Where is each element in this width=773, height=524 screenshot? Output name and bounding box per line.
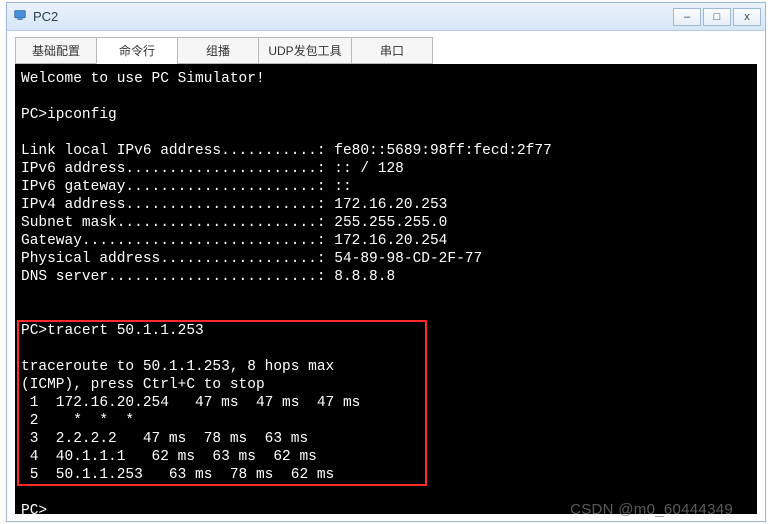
terminal-prompt: PC>tracert 50.1.1.253 <box>21 323 204 339</box>
terminal-line: Subnet mask.......................: 255.… <box>21 215 447 231</box>
close-button[interactable]: x <box>733 8 761 26</box>
tab-label: UDP发包工具 <box>268 44 341 58</box>
app-window: PC2 – □ x 基础配置 命令行 组播 UDP发包工具 串口 Welcome… <box>6 2 766 522</box>
tab-label: 组播 <box>206 44 230 58</box>
tab-basic-config[interactable]: 基础配置 <box>15 37 97 64</box>
tab-multicast[interactable]: 组播 <box>177 37 259 64</box>
terminal-line: 5 50.1.1.253 63 ms 78 ms 62 ms <box>21 467 334 483</box>
terminal-line: Welcome to use PC Simulator! <box>21 71 265 87</box>
tab-serial[interactable]: 串口 <box>351 37 433 64</box>
terminal-line: 2 * * * <box>21 413 134 429</box>
app-icon <box>13 8 27 25</box>
tab-label: 串口 <box>380 44 404 58</box>
tab-label: 基础配置 <box>32 44 80 58</box>
terminal-line: IPv6 address......................: :: /… <box>21 161 404 177</box>
terminal-line: IPv6 gateway......................: :: <box>21 179 352 195</box>
terminal-line: Gateway...........................: 172.… <box>21 233 447 249</box>
terminal-prompt: PC>ipconfig <box>21 107 117 123</box>
terminal[interactable]: Welcome to use PC Simulator! PC>ipconfig… <box>15 64 757 514</box>
maximize-button[interactable]: □ <box>703 8 731 26</box>
terminal-line: Link local IPv6 address...........: fe80… <box>21 143 552 159</box>
window-title: PC2 <box>33 9 58 24</box>
terminal-line: 4 40.1.1.1 62 ms 63 ms 62 ms <box>21 449 317 465</box>
terminal-line: 3 2.2.2.2 47 ms 78 ms 63 ms <box>21 431 308 447</box>
terminal-line: (ICMP), press Ctrl+C to stop <box>21 377 265 393</box>
tab-bar: 基础配置 命令行 组播 UDP发包工具 串口 <box>7 31 765 64</box>
watermark: CSDN @m0_60444349 <box>570 501 733 518</box>
terminal-line: traceroute to 50.1.1.253, 8 hops max <box>21 359 334 375</box>
minimize-button[interactable]: – <box>673 8 701 26</box>
terminal-prompt: PC> <box>21 503 47 514</box>
tab-udp-tool[interactable]: UDP发包工具 <box>258 37 352 64</box>
tab-command-line[interactable]: 命令行 <box>96 37 178 64</box>
tab-label: 命令行 <box>119 44 155 58</box>
terminal-line: 1 172.16.20.254 47 ms 47 ms 47 ms <box>21 395 360 411</box>
terminal-line: DNS server........................: 8.8.… <box>21 269 395 285</box>
titlebar: PC2 – □ x <box>7 3 765 31</box>
terminal-line: IPv4 address......................: 172.… <box>21 197 447 213</box>
terminal-line: Physical address..................: 54-8… <box>21 251 482 267</box>
